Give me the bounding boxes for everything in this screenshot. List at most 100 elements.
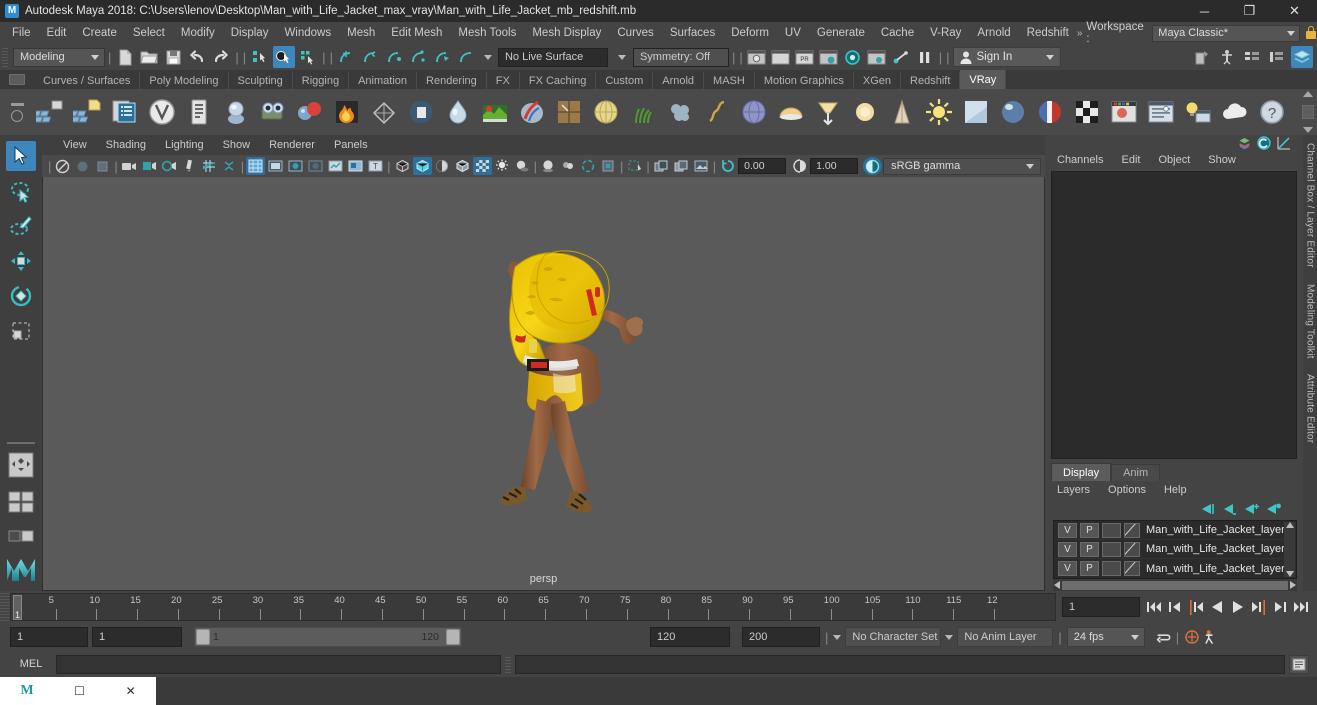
- rotate-tool[interactable]: [6, 281, 36, 311]
- menu-vray[interactable]: V-Ray: [922, 25, 969, 41]
- workspace-dropdown[interactable]: Maya Classic*: [1152, 24, 1301, 42]
- vray-blend-material-icon[interactable]: [293, 95, 327, 129]
- select-by-hierarchy-icon[interactable]: [249, 46, 271, 68]
- move-layer-down-icon[interactable]: [1222, 503, 1237, 515]
- two-d-pan-zoom-icon[interactable]: [160, 157, 179, 175]
- current-frame-field[interactable]: 1: [1062, 597, 1140, 617]
- range-end-handle[interactable]: [446, 629, 460, 645]
- layer-name[interactable]: Man_with_Life_Jacket_layer3: [1143, 543, 1291, 555]
- menu-mesh-display[interactable]: Mesh Display: [524, 25, 609, 41]
- loop-playback-icon[interactable]: [1155, 629, 1171, 645]
- vray-dome-light-icon[interactable]: [404, 95, 438, 129]
- xray-icon[interactable]: [625, 157, 644, 175]
- smooth-shade-all-icon[interactable]: [412, 157, 432, 175]
- gamma-reset-icon[interactable]: [790, 157, 809, 175]
- field-chart-icon[interactable]: [326, 157, 345, 175]
- tab-display-layers[interactable]: Display: [1051, 463, 1112, 481]
- perspective-viewport[interactable]: persp: [42, 177, 1045, 591]
- layer-color-swatch[interactable]: [1124, 541, 1140, 557]
- camera-attributes-icon[interactable]: [93, 157, 112, 175]
- menu-file[interactable]: File: [4, 25, 39, 41]
- show-hide-attribute-editor-icon[interactable]: [1191, 46, 1213, 68]
- go-to-end-icon[interactable]: [1293, 599, 1309, 615]
- symmetry-chevron-icon[interactable]: [617, 54, 626, 60]
- menu-surfaces[interactable]: Surfaces: [662, 25, 723, 41]
- layer-color-swatch[interactable]: [1124, 561, 1140, 576]
- channel-box-icon[interactable]: [1238, 137, 1251, 150]
- panel-menu-shading[interactable]: Shading: [97, 137, 155, 153]
- render-sequence-icon[interactable]: [866, 46, 888, 68]
- shelf-side-buttons[interactable]: [0, 89, 34, 135]
- vray-sun-icon[interactable]: [922, 95, 956, 129]
- color-management-icon[interactable]: [863, 157, 883, 175]
- playback-start-time-field[interactable]: 1: [92, 627, 182, 647]
- taskbar-restore-button[interactable]: ☐: [74, 684, 85, 698]
- snap-to-curve-icon[interactable]: [360, 46, 382, 68]
- panel-menu-lighting[interactable]: Lighting: [156, 137, 213, 153]
- scroll-down-icon[interactable]: [1303, 127, 1313, 133]
- menu-windows[interactable]: Windows: [276, 25, 339, 41]
- minimize-button[interactable]: ─: [1182, 0, 1227, 22]
- vtab-attribute-editor[interactable]: Attribute Editor: [1305, 366, 1316, 451]
- playback-end-time-field[interactable]: 120: [650, 627, 730, 647]
- command-language-label[interactable]: MEL: [10, 658, 52, 670]
- color-management-dropdown[interactable]: sRGB gamma: [883, 157, 1041, 175]
- vray-cloud-icon[interactable]: [1218, 95, 1252, 129]
- safe-title-icon[interactable]: T: [366, 157, 385, 175]
- h-scroll-thumb[interactable]: [1062, 580, 1288, 590]
- wireframe-icon[interactable]: [393, 157, 412, 175]
- vray-render-last-icon[interactable]: [71, 95, 105, 129]
- new-scene-icon[interactable]: [114, 46, 136, 68]
- maximize-button[interactable]: ❐: [1227, 0, 1272, 22]
- animation-end-time-field[interactable]: 200: [742, 627, 820, 647]
- snap-to-grid-icon[interactable]: [336, 46, 358, 68]
- vray-material-icon[interactable]: [219, 95, 253, 129]
- layer-editor-icon[interactable]: [1291, 46, 1313, 68]
- vray-ies-light-icon[interactable]: [811, 95, 845, 129]
- display-textures-icon[interactable]: [692, 157, 711, 175]
- script-editor-icon[interactable]: [1289, 654, 1309, 674]
- vray-settings-icon[interactable]: [182, 95, 216, 129]
- multisample-aa-icon[interactable]: [579, 157, 598, 175]
- menu-edit-mesh[interactable]: Edit Mesh: [383, 25, 450, 41]
- menu-create[interactable]: Create: [74, 25, 125, 41]
- snap-to-point-icon[interactable]: [384, 46, 406, 68]
- layer-name[interactable]: Man_with_Life_Jacket_layer2: [1143, 563, 1291, 575]
- animation-start-time-field[interactable]: 1: [10, 627, 88, 647]
- tab-anim-layers[interactable]: Anim: [1111, 464, 1161, 481]
- show-hide-modeling-toolkit-icon[interactable]: [1266, 46, 1288, 68]
- vray-multi-sub-icon[interactable]: [1033, 95, 1067, 129]
- menu-uv[interactable]: UV: [777, 25, 809, 41]
- layer-name[interactable]: Man_with_Life_Jacket_layer3: [1143, 524, 1291, 536]
- grid-display-icon[interactable]: [246, 157, 266, 175]
- move-layer-up-icon[interactable]: [1200, 503, 1215, 515]
- vray-sun-light-icon[interactable]: [848, 95, 882, 129]
- vray-frame-buffer-icon[interactable]: [108, 95, 142, 129]
- layer-menu-help[interactable]: Help: [1156, 483, 1195, 497]
- vray-displacement-icon[interactable]: [478, 95, 512, 129]
- shelf-tab-poly-modeling[interactable]: Poly Modeling: [140, 72, 229, 89]
- select-by-object-icon[interactable]: [273, 46, 296, 68]
- vray-fire-icon[interactable]: [330, 95, 364, 129]
- make-live-icon[interactable]: [456, 46, 478, 68]
- range-start-handle[interactable]: [196, 629, 210, 645]
- render-current-frame-icon[interactable]: [746, 46, 768, 68]
- vray-dome-icon[interactable]: [774, 95, 808, 129]
- layer-shading-toggle[interactable]: [1102, 522, 1121, 538]
- redo-icon[interactable]: [210, 46, 232, 68]
- layer-playback-toggle[interactable]: P: [1080, 522, 1099, 538]
- vray-texture-icon[interactable]: [515, 95, 549, 129]
- two-pane-layout[interactable]: [6, 522, 36, 552]
- vray-sphere-mat-icon[interactable]: [996, 95, 1030, 129]
- layer-color-swatch[interactable]: [1124, 522, 1140, 538]
- vray-clipper-icon[interactable]: [663, 95, 697, 129]
- current-time-indicator[interactable]: 1: [13, 595, 22, 620]
- select-camera-icon[interactable]: [53, 157, 72, 175]
- scroll-down-icon[interactable]: [1285, 571, 1294, 577]
- vray-plane-icon[interactable]: [959, 95, 993, 129]
- play-forwards-icon[interactable]: [1230, 599, 1246, 615]
- select-tool[interactable]: [6, 141, 36, 171]
- vray-help-icon[interactable]: ?: [1255, 95, 1289, 129]
- motion-blur-icon[interactable]: [559, 157, 578, 175]
- pause-render-icon[interactable]: [914, 46, 936, 68]
